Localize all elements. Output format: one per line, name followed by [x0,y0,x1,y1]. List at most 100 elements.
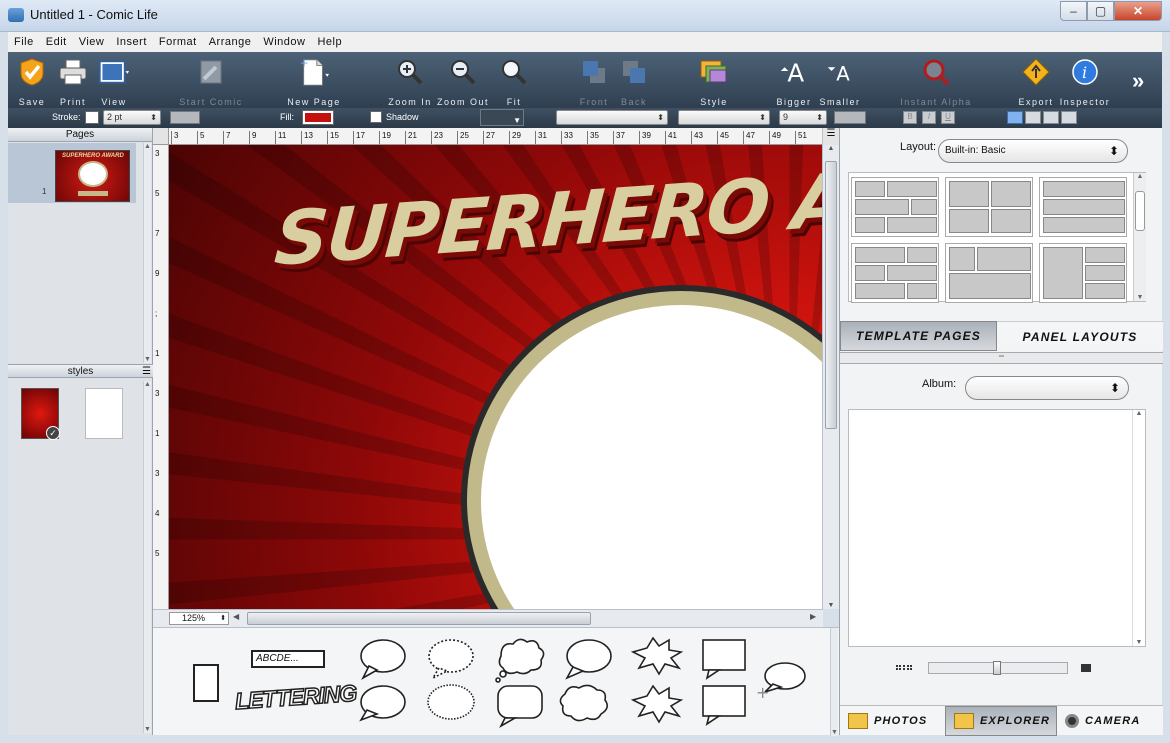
scroll-down-icon[interactable]: ▼ [1134,294,1146,301]
style-button[interactable]: Style [694,52,734,108]
maximize-button[interactable]: ▢ [1087,1,1114,21]
font-size-select[interactable]: 9 ⬍ [779,110,827,125]
layout-scrollbar[interactable]: ▲ ▼ [1133,173,1146,301]
zoom-select[interactable]: 125% ⬍ [169,612,229,625]
album-select[interactable]: ⬍ [965,376,1129,400]
font-style-select[interactable]: ⬍ [678,110,770,125]
bold-button[interactable]: B [903,111,917,124]
layout-thumb-2[interactable] [945,177,1033,237]
canvas-vertical-scrollbar[interactable]: ▲ ▼ [822,145,839,609]
scroll-down-icon[interactable]: ▼ [144,356,151,363]
canvas-horizontal-scrollbar[interactable]: 125% ⬍ ◀ ▶ [153,609,823,627]
back-button[interactable]: Back [614,52,654,108]
scroll-up-icon[interactable]: ▲ [1133,410,1145,417]
stroke-style-swatch[interactable] [170,111,200,124]
vertical-scroll-thumb[interactable] [825,161,837,429]
align-right-button[interactable] [1043,111,1059,124]
scroll-up-icon[interactable]: ▲ [144,381,151,388]
lettering-art[interactable]: LETTERING [233,679,357,715]
front-button[interactable]: Front [574,52,614,108]
scroll-down-icon[interactable]: ▼ [823,602,839,609]
close-button[interactable]: ✕ [1114,1,1162,21]
toolbar-overflow-icon[interactable]: » [1132,68,1144,94]
smaller-button[interactable]: A Smaller [818,52,862,108]
tab-explorer[interactable]: EXPLORER [945,706,1057,736]
menu-arrange[interactable]: Arrange [203,36,258,48]
caption-box[interactable]: ABCDE... [251,650,325,668]
new-page-button[interactable]: + New Page [286,52,342,108]
save-button[interactable]: Save [14,52,50,108]
start-comic-button[interactable]: Start Comic [176,52,246,108]
print-button[interactable]: Print [54,52,92,108]
tab-camera[interactable]: CAMERA [1057,706,1163,736]
zoom-in-button[interactable]: Zoom In [386,52,434,108]
shadow-direction-select[interactable]: ▼ [480,109,524,126]
menu-view[interactable]: View [73,36,111,48]
layout-cell [1043,181,1125,197]
menu-edit[interactable]: Edit [40,36,73,48]
tab-template-pages[interactable]: TEMPLATE PAGES [840,321,997,351]
layout-select[interactable]: Built-in: Basic ⬍ [938,139,1128,163]
tab-photos[interactable]: PHOTOS [840,706,945,736]
split-view-icon[interactable]: ☰ [822,128,839,145]
minimize-button[interactable]: – [1060,1,1087,21]
balloons-scrollbar[interactable]: ▼ [830,628,838,736]
zoom-out-button[interactable]: Zoom Out [436,52,490,108]
instant-alpha-button[interactable]: Instant Alpha [900,52,972,108]
thumbnail-size-slider[interactable] [928,661,1068,675]
scroll-right-icon[interactable]: ▶ [810,612,816,621]
scroll-up-icon[interactable]: ▲ [823,145,839,152]
styles-scrollbar[interactable]: ▲ ▼ [143,381,151,733]
horizontal-scroll-thumb[interactable] [247,612,591,625]
comic-page-canvas[interactable]: SUPERHERO A [169,145,822,609]
ruler-tick-label: 4 [155,509,160,518]
album-content[interactable]: ▲ ▼ [848,409,1146,647]
splitter-handle[interactable]: ═ [840,352,1163,364]
svg-text:i: i [1082,63,1087,82]
fit-button[interactable]: Fit [496,52,532,108]
text-color-swatch[interactable] [834,111,866,124]
export-button[interactable]: Export [1016,52,1056,108]
fill-color-swatch[interactable] [302,110,334,125]
layout-thumb-5[interactable] [945,243,1033,303]
menu-file[interactable]: File [8,36,40,48]
pages-scrollbar[interactable]: ▲ ▼ [143,143,151,363]
inspector-button[interactable]: i Inspector [1058,52,1112,108]
menu-format[interactable]: Format [153,36,203,48]
menu-help[interactable]: Help [311,36,348,48]
align-center-button[interactable] [1025,111,1041,124]
horizontal-ruler: 3 5 7 9 11 13 15 17 19 21 23 25 27 29 31 33 35 37 39 41 43 45… [169,128,822,145]
scroll-down-icon[interactable]: ▼ [1133,639,1145,646]
font-family-select[interactable]: ⬍ [556,110,668,125]
layout-thumb-6[interactable] [1039,243,1127,303]
slider-thumb[interactable] [993,661,1001,675]
menu-window[interactable]: Window [257,36,311,48]
layout-thumb-3[interactable] [1039,177,1127,237]
italic-button[interactable]: I [922,111,936,124]
layout-thumb-1[interactable] [851,177,939,237]
menu-insert[interactable]: Insert [110,36,153,48]
stroke-size-select[interactable]: 2 pt ⬍ [103,110,161,125]
stroke-color-swatch[interactable] [85,111,99,124]
bigger-button[interactable]: A Bigger [774,52,814,108]
align-justify-button[interactable] [1061,111,1077,124]
align-left-button[interactable] [1007,111,1023,124]
shadow-checkbox[interactable] [370,111,382,123]
scroll-down-icon[interactable]: ▼ [831,729,838,736]
layout-thumb-4[interactable] [851,243,939,303]
menu-lines-icon[interactable]: ☰ [142,365,151,379]
tab-panel-layouts[interactable]: PANEL LAYOUTS [997,321,1163,351]
underline-button[interactable]: U [941,111,955,124]
layout-scroll-thumb[interactable] [1135,191,1145,231]
page-thumbnail-selected[interactable]: 1 SUPERHERO AWARD [8,143,136,203]
view-button[interactable]: View [95,52,133,108]
panel-shape[interactable] [193,664,219,702]
scroll-left-icon[interactable]: ◀ [233,612,239,621]
album-scrollbar[interactable]: ▲ ▼ [1132,410,1145,646]
scroll-up-icon[interactable]: ▲ [144,143,151,150]
style-thumbnail-red[interactable]: ✓ [21,388,60,440]
style-thumbnail-blank[interactable] [85,388,123,439]
layout-cell [855,247,905,263]
scroll-down-icon[interactable]: ▼ [144,726,151,733]
scroll-up-icon[interactable]: ▲ [1134,173,1146,180]
